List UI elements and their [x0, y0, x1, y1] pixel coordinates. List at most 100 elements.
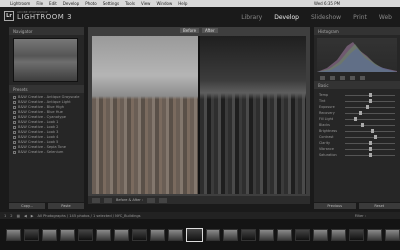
left-panel: Navigator Presets B&W Creative - Antique… — [9, 27, 84, 202]
adjustment-brush-icon[interactable] — [360, 76, 365, 80]
loupe-view-icon[interactable] — [92, 197, 100, 203]
module-library[interactable]: Library — [241, 14, 262, 21]
forward-arrow-icon[interactable]: ▶ — [31, 214, 34, 218]
navigator-preview[interactable] — [13, 38, 78, 82]
filter-label: Filter : — [354, 213, 366, 218]
source-breadcrumb: All Photographs / 145 photos / 1 selecte… — [37, 213, 141, 218]
filmstrip-thumb[interactable] — [95, 228, 111, 241]
filmstrip-thumb[interactable] — [205, 228, 221, 241]
slider-knob[interactable] — [368, 99, 372, 103]
filmstrip-thumb[interactable] — [259, 228, 275, 241]
preset-icon — [13, 135, 16, 139]
filmstrip-thumb[interactable] — [113, 228, 129, 241]
slider-track[interactable] — [345, 111, 395, 115]
module-print[interactable]: Print — [353, 14, 367, 21]
module-develop[interactable]: Develop — [274, 14, 299, 21]
menu-develop[interactable]: Develop — [63, 1, 79, 6]
slider-track[interactable] — [345, 93, 395, 97]
filmstrip-thumb[interactable] — [59, 228, 75, 241]
graduated-filter-icon[interactable] — [350, 76, 355, 80]
slider-track[interactable] — [345, 99, 395, 103]
slider-track[interactable] — [345, 129, 395, 133]
identity-plate: Lr ADOBE PHOTOSHOP LIGHTROOM 3 — [4, 9, 72, 23]
menu-photo[interactable]: Photo — [85, 1, 96, 6]
slider-knob[interactable] — [353, 117, 357, 121]
filmstrip-thumb[interactable] — [295, 228, 311, 241]
filmstrip-thumb[interactable] — [41, 228, 57, 241]
menu-lightroom[interactable]: Lightroom — [10, 1, 30, 6]
grid-view-icon[interactable]: ▦ — [17, 214, 20, 218]
crop-tool-icon[interactable] — [320, 76, 325, 80]
slider-knob[interactable] — [371, 129, 374, 133]
filmstrip-thumb[interactable] — [331, 228, 347, 241]
filmstrip-thumb[interactable] — [167, 228, 183, 241]
paste-button[interactable]: Paste — [48, 203, 84, 209]
menu-view[interactable]: View — [141, 1, 151, 6]
slider-track[interactable] — [345, 117, 395, 121]
compare-view-icon[interactable] — [104, 197, 112, 203]
spot-removal-icon[interactable] — [330, 76, 335, 80]
menu-help[interactable]: Help — [178, 1, 187, 6]
red-eye-icon[interactable] — [340, 76, 345, 80]
slider-knob[interactable] — [358, 111, 362, 115]
filmstrip-thumb[interactable] — [23, 228, 39, 241]
filmstrip — [0, 219, 400, 250]
filmstrip-thumb[interactable] — [385, 228, 400, 241]
filmstrip-thumb[interactable] — [223, 228, 239, 241]
filmstrip-thumb[interactable] — [131, 228, 147, 241]
preset-item[interactable]: B&W Creative - Selenium — [13, 150, 80, 155]
slider-knob[interactable] — [368, 93, 372, 97]
before-photo[interactable] — [92, 36, 198, 194]
copy-button[interactable]: Copy... — [9, 203, 45, 209]
menu-file[interactable]: File — [36, 1, 43, 6]
preset-icon — [13, 130, 16, 134]
after-photo[interactable] — [200, 36, 306, 194]
slider-track[interactable] — [345, 135, 395, 139]
presets-header[interactable]: Presets — [9, 85, 84, 93]
slider-knob[interactable] — [361, 123, 364, 127]
menu-window[interactable]: Window — [156, 1, 172, 6]
swap-icon[interactable] — [147, 197, 156, 203]
filmstrip-thumb[interactable] — [367, 228, 383, 241]
page-1-tab[interactable]: 1 — [4, 214, 6, 218]
filmstrip-thumb[interactable] — [149, 228, 165, 241]
slider-knob[interactable] — [368, 147, 372, 151]
filmstrip-thumb[interactable] — [6, 228, 21, 241]
filmstrip-thumb[interactable] — [77, 228, 93, 241]
slider-track[interactable] — [345, 141, 395, 145]
filmstrip-thumb[interactable] — [313, 228, 329, 241]
copy-settings-icon[interactable] — [159, 197, 168, 203]
right-panel-buttons: Previous Reset — [314, 203, 400, 209]
slider-knob[interactable] — [366, 105, 369, 109]
menu-edit[interactable]: Edit — [49, 1, 57, 6]
filmstrip-thumb[interactable] — [241, 228, 257, 241]
after-label: After — [202, 28, 218, 33]
preset-icon — [13, 110, 16, 114]
histogram-header[interactable]: Histogram — [314, 27, 400, 35]
back-arrow-icon[interactable]: ◀ — [24, 214, 27, 218]
slider-track[interactable] — [345, 153, 395, 157]
filmstrip-thumb[interactable] — [277, 228, 293, 241]
slider-track[interactable] — [345, 123, 395, 127]
slider-row[interactable]: Saturation — [319, 152, 395, 158]
basic-header[interactable]: Basic — [314, 81, 400, 89]
navigator-title: Navigator — [13, 28, 33, 34]
slider-track[interactable] — [345, 147, 395, 151]
previous-button[interactable]: Previous — [314, 203, 356, 209]
menu-tools[interactable]: Tools — [125, 1, 135, 6]
navigator-header[interactable]: Navigator — [9, 27, 84, 35]
slider-knob[interactable] — [368, 141, 372, 145]
filmstrip-thumb[interactable] — [349, 228, 365, 241]
preset-icon — [13, 100, 16, 104]
slider-knob[interactable] — [373, 135, 377, 139]
page-2-tab[interactable]: 2 — [10, 214, 12, 218]
histogram-title: Histogram — [318, 28, 339, 34]
develop-toolbar: Before & After : — [88, 196, 310, 204]
slider-knob[interactable] — [368, 153, 372, 157]
module-web[interactable]: Web — [379, 14, 392, 21]
filmstrip-thumb-selected[interactable] — [185, 227, 203, 242]
menu-settings[interactable]: Settings — [103, 1, 119, 6]
reset-button[interactable]: Reset — [358, 203, 400, 209]
slider-track[interactable] — [345, 105, 395, 109]
module-slideshow[interactable]: Slideshow — [311, 14, 341, 21]
